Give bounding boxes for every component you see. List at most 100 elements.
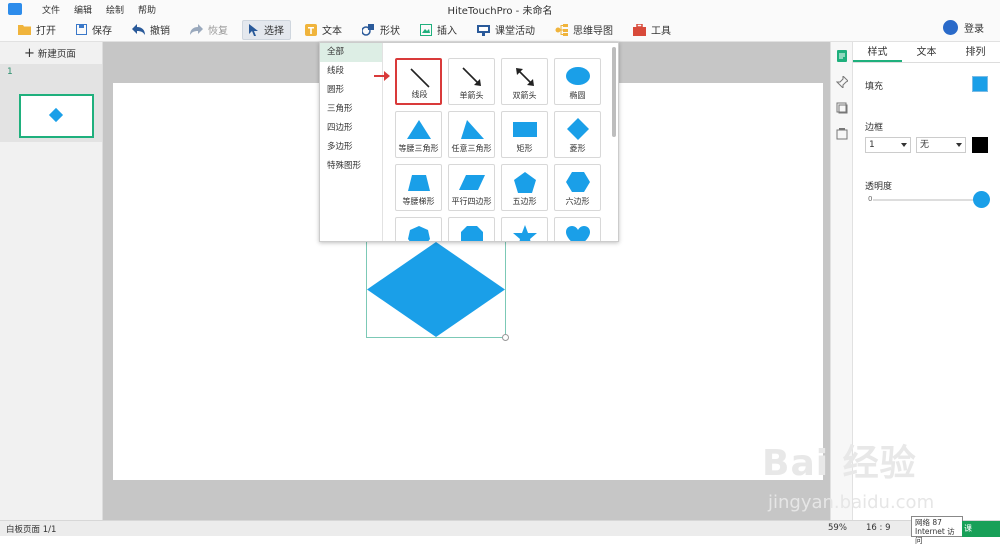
title-bar: 文件 编辑 绘制 帮助 HiteTouchPro - 未命名 (0, 0, 1000, 18)
login-label: 登录 (964, 24, 984, 35)
category-polygon[interactable]: 多边形 (320, 138, 382, 157)
shape-label: 单箭头 (459, 91, 484, 100)
opacity-value: 0 (868, 195, 873, 203)
shape-isosceles-triangle[interactable]: 等腰三角形 (395, 111, 442, 158)
chevron-down-icon (956, 143, 962, 147)
shape-icon (362, 23, 374, 36)
shape-octagon[interactable] (448, 217, 495, 241)
shape-heart[interactable] (554, 217, 601, 241)
shape-label: 菱形 (569, 144, 586, 153)
border-width-value: 1 (869, 140, 875, 150)
text-button[interactable]: 文本 (299, 20, 348, 40)
mindmap-label: 思维导图 (573, 26, 613, 37)
classroom-tab[interactable]: 课 (962, 521, 1000, 537)
properties-panel: 样式 文本 排列 填充 边框 1 无 透明度 0 (853, 42, 1000, 520)
fill-color-swatch[interactable] (972, 76, 988, 92)
insert-button[interactable]: 插入 (414, 20, 463, 40)
aspect-ratio[interactable]: 16 : 9 (866, 523, 891, 533)
classroom-activity-button[interactable]: 课堂活动 (471, 20, 541, 40)
category-triangle[interactable]: 三角形 (320, 100, 382, 119)
shape-pentagon[interactable]: 五边形 (501, 164, 548, 211)
properties-tabs: 样式 文本 排列 (853, 42, 1000, 63)
page-thumbnail-row[interactable]: 1 (0, 64, 102, 142)
select-button[interactable]: 选择 (242, 19, 291, 40)
resource-icon[interactable] (836, 128, 848, 140)
open-label: 打开 (36, 26, 56, 37)
menu-edit[interactable]: 编辑 (74, 3, 92, 16)
page-thumbnail[interactable] (19, 94, 94, 138)
rhombus-shape (367, 242, 505, 337)
redo-icon (190, 24, 203, 35)
category-all[interactable]: 全部 (320, 43, 382, 62)
heart-icon (566, 226, 590, 241)
border-width-select[interactable]: 1 (865, 137, 911, 153)
isosceles-triangle-icon (407, 120, 431, 139)
trapezoid-icon (408, 175, 430, 191)
shape-label: 六边形 (565, 197, 590, 206)
menu-help[interactable]: 帮助 (138, 3, 156, 16)
chevron-down-icon (901, 143, 907, 147)
opacity-slider-track[interactable] (873, 199, 978, 201)
shape-label: 椭圆 (569, 91, 586, 100)
menu-file[interactable]: 文件 (42, 3, 60, 16)
mindmap-button[interactable]: 思维导图 (549, 20, 619, 40)
layers-icon[interactable] (836, 102, 848, 114)
menu-draw[interactable]: 绘制 (106, 3, 124, 16)
ellipse-icon (566, 67, 590, 85)
undo-button[interactable]: 撤销 (126, 20, 176, 40)
shape-trapezoid[interactable]: 等腰梯形 (395, 164, 442, 211)
shape-label: 形状 (380, 26, 400, 37)
shape-label: 双箭头 (512, 91, 537, 100)
fill-label: 填充 (865, 82, 884, 92)
opacity-slider-handle[interactable] (973, 191, 990, 208)
category-special[interactable]: 特殊图形 (320, 157, 382, 176)
shape-heptagon[interactable] (395, 217, 442, 241)
shape-ellipse[interactable]: 椭圆 (554, 58, 601, 105)
category-line[interactable]: 线段 (320, 62, 382, 81)
shape-line[interactable]: 线段 (395, 58, 442, 105)
open-button[interactable]: 打开 (12, 20, 62, 40)
category-quadrilateral[interactable]: 四边形 (320, 119, 382, 138)
redo-label: 恢复 (208, 26, 228, 37)
tools-button[interactable]: 工具 (627, 20, 677, 40)
shape-scalene-triangle[interactable]: 任意三角形 (448, 111, 495, 158)
style-panel-icon[interactable] (836, 50, 848, 62)
new-page-label: 新建页面 (37, 49, 76, 60)
shape-single-arrow[interactable]: 单箭头 (448, 58, 495, 105)
shape-parallelogram[interactable]: 平行四边形 (448, 164, 495, 211)
pin-icon[interactable] (836, 76, 848, 88)
network-tooltip: 网络 87 Internet 访问 (911, 516, 963, 545)
network-line1: 网络 87 (915, 518, 942, 527)
border-style-select[interactable]: 无 (916, 137, 966, 153)
shape-label: 平行四边形 (451, 197, 492, 206)
dropdown-scrollbar[interactable] (612, 47, 616, 137)
selected-rhombus-shape[interactable] (366, 241, 509, 341)
octagon-icon (461, 226, 483, 241)
shape-hexagon[interactable]: 六边形 (554, 164, 601, 211)
zoom-level[interactable]: 59% (828, 523, 847, 533)
category-circle[interactable]: 圆形 (320, 81, 382, 100)
shape-button[interactable]: 形状 (356, 20, 406, 40)
new-page-button[interactable]: + 新建页面 (0, 42, 102, 64)
rectangle-icon (513, 122, 537, 137)
thumbnail-diamond (48, 107, 64, 123)
shape-star[interactable] (501, 217, 548, 241)
network-line2: Internet 访问 (915, 527, 955, 545)
page-number: 1 (7, 67, 13, 77)
text-icon (305, 23, 317, 36)
classroom-icon (477, 24, 490, 36)
canvas-area[interactable]: 全部 线段 圆形 三角形 四边形 多边形 特殊图形 线段 单箭头 双箭头 椭圆 … (103, 42, 830, 520)
save-button[interactable]: 保存 (70, 20, 118, 40)
border-color-swatch[interactable] (972, 137, 988, 153)
redo-button[interactable]: 恢复 (184, 20, 234, 40)
shape-rhombus[interactable]: 菱形 (554, 111, 601, 158)
tab-text[interactable]: 文本 (902, 42, 951, 62)
shape-rectangle[interactable]: 矩形 (501, 111, 548, 158)
resize-handle[interactable] (502, 334, 509, 341)
undo-icon (132, 24, 145, 35)
tab-arrange[interactable]: 排列 (951, 42, 1000, 62)
tab-style[interactable]: 样式 (853, 42, 902, 62)
login-button[interactable]: 登录 (943, 20, 984, 35)
shape-label: 线段 (411, 90, 428, 99)
shape-double-arrow[interactable]: 双箭头 (501, 58, 548, 105)
